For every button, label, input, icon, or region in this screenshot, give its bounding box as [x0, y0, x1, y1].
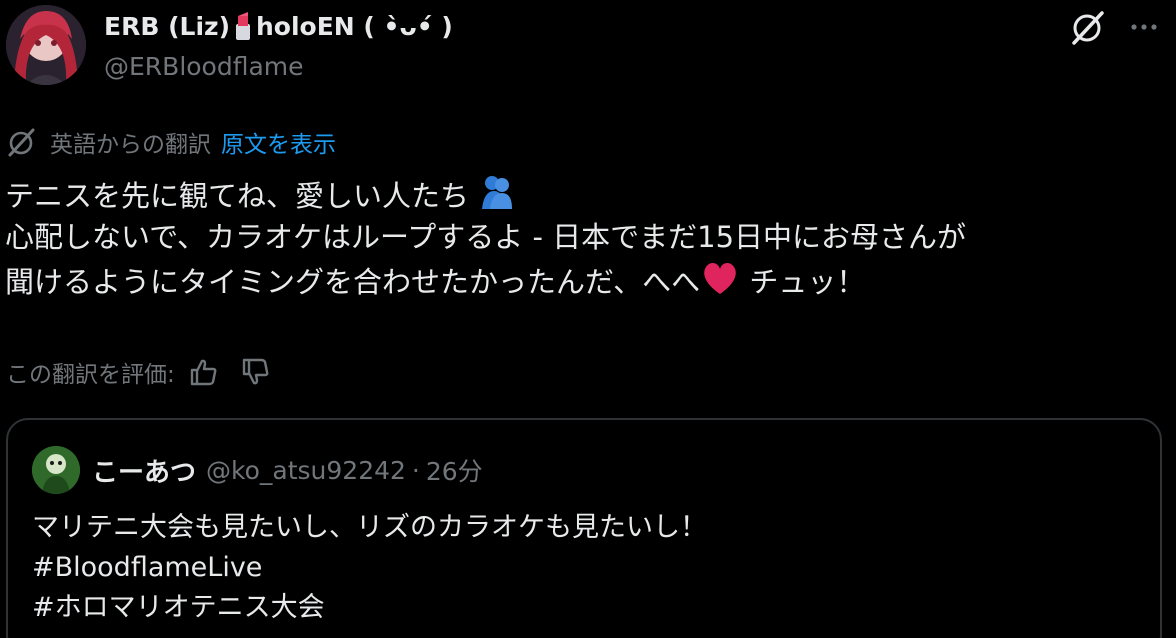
author-handle[interactable]: @ERBloodflame — [104, 51, 304, 83]
tweet-line: テニスを先に観てね、愛しい人たち — [5, 173, 966, 216]
author-name-text: ERB (Liz) — [104, 12, 230, 41]
rate-translation-label: この翻訳を評価: — [6, 362, 175, 388]
show-original-link[interactable]: 原文を表示 — [221, 125, 336, 159]
tweet-line: 心配しないで、カラオケはループするよ - 日本でまだ15日中にお母さんが — [5, 220, 967, 254]
quote-hashtag[interactable]: #ホロマリオテニス大会 — [32, 588, 707, 628]
more-button[interactable] — [1124, 9, 1164, 45]
author-avatar-image — [6, 5, 86, 85]
more-icon — [1131, 24, 1157, 30]
post: ERB (Liz) holoEN ( •̀ᴗ•́ ) @ERBloodflame… — [0, 0, 1176, 638]
heart-icon — [700, 259, 740, 309]
quoted-post[interactable]: こーあつ @ko_atsu92242 · 26分 マリテニ大会も見たいし、リズの… — [6, 418, 1162, 638]
tweet-line: 聞けるようにタイミングを合わせたかったんだ、へへ チュッ！ — [5, 259, 966, 302]
translation-label: 英語からの翻訳 — [50, 132, 211, 158]
author-avatar[interactable] — [6, 5, 86, 85]
thumbs-up-icon[interactable] — [187, 355, 221, 389]
tweet-line-text: 聞けるようにタイミングを合わせたかったんだ、へへ — [5, 265, 701, 299]
quote-header: こーあつ @ko_atsu92242 · 26分 — [92, 452, 483, 488]
quote-author-avatar[interactable] — [32, 446, 80, 494]
thumbs-down-icon[interactable] — [239, 355, 273, 389]
quote-author-handle[interactable]: @ko_atsu92242 — [206, 456, 406, 485]
rate-translation-row: この翻訳を評価: — [6, 354, 291, 390]
translate-icon — [8, 128, 35, 157]
quote-author-name[interactable]: こーあつ — [92, 452, 196, 489]
grok-button[interactable] — [1068, 7, 1108, 47]
quote-text: マリテニ大会も見たいし、リズのカラオケも見たいし！ #BloodflameLiv… — [32, 508, 707, 628]
quote-hashtag[interactable]: #BloodflameLive — [32, 548, 707, 588]
quote-separator: · — [411, 455, 420, 485]
quote-avatar-image — [32, 446, 80, 494]
grok-icon — [1072, 11, 1104, 45]
quote-timestamp[interactable]: 26分 — [426, 452, 483, 488]
tweet-line-end: チュッ！ — [749, 265, 866, 299]
quote-line: マリテニ大会も見たいし、リズのカラオケも見たいし！ — [32, 512, 707, 543]
author-display-name[interactable]: ERB (Liz) holoEN ( •̀ᴗ•́ ) — [104, 10, 453, 49]
translation-row: 英語からの翻訳 原文を表示 — [6, 126, 336, 158]
tweet-text: テニスを先に観てね、愛しい人たち 心配しないで、カラオケはループするよ - 日本… — [5, 173, 966, 302]
tweet-line-text: テニスを先に観てね、愛しい人たち — [5, 179, 470, 213]
lipstick-icon — [232, 10, 254, 49]
author-name-suffix: holoEN ( •̀ᴗ•́ ) — [256, 12, 453, 41]
